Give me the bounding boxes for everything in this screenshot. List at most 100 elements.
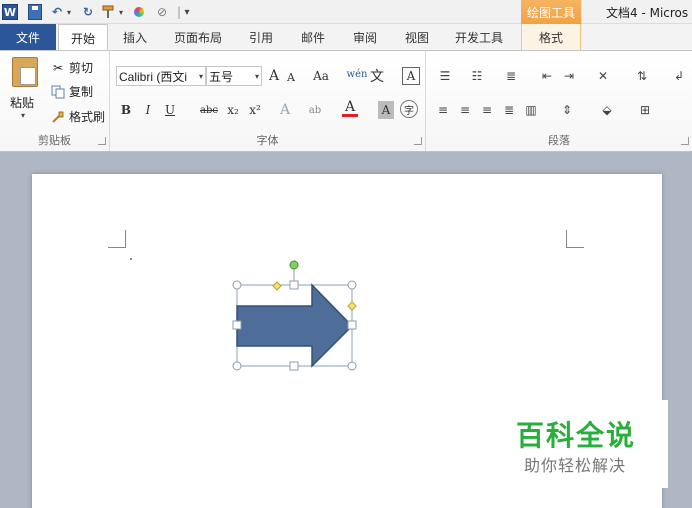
align-right-icon[interactable]: ≡ [478,101,496,119]
tab-insert[interactable]: 插入 [114,24,156,50]
line-spacing-icon[interactable]: ⇕ [556,101,578,119]
scissors-icon: ✂ [52,60,64,75]
tab-format[interactable]: 格式 [521,24,581,50]
font-name-value: Calibri (西文i [119,69,188,84]
text-effect-button[interactable]: A [276,101,294,119]
paragraph-group-label: 段落 [548,134,570,147]
brush-icon [50,109,66,125]
title-bar: W ↶ ▾ ↻ ▾ ⊘ | ▾ 绘图工具 文档4 - Micros [0,0,692,24]
resize-handle-w[interactable] [232,320,242,330]
resize-handle-nw[interactable] [232,280,242,290]
tab-view[interactable]: 视图 [396,24,438,50]
bullets-icon[interactable]: ☰ [434,67,456,85]
phonetic-guide-button[interactable]: wén [346,65,368,83]
bold-button[interactable]: B [118,101,134,119]
change-case-button[interactable]: Aa [306,67,336,85]
window-title: 文档4 - Micros [606,6,689,20]
paste-button[interactable]: 粘贴 [10,94,34,111]
customize-qa-icon[interactable]: ▾ [182,4,192,20]
qa-dropdown-icon[interactable]: ▾ [117,4,125,20]
font-name-select[interactable]: Calibri (西文i ▾ [116,66,206,86]
resize-handle-e[interactable] [347,320,357,330]
margin-corner-mark [108,230,126,248]
clipboard-group: 粘贴 ▾ ✂ 剪切 复制 格式刷 剪贴板 [0,51,110,151]
color-wheel-icon[interactable] [132,4,146,20]
tab-home[interactable]: 开始 [58,24,108,51]
tab-references[interactable]: 引用 [240,24,282,50]
phonetic-char[interactable]: 文 [368,67,386,85]
undo-icon[interactable]: ↶ [50,4,64,20]
chevron-down-icon: ▾ [254,71,259,81]
tab-review[interactable]: 审阅 [344,24,386,50]
cut-label: 剪切 [69,61,94,75]
right-arrow-shape[interactable] [228,254,368,374]
font-size-value: 五号 [209,69,234,84]
format-painter-label: 格式刷 [69,110,106,124]
watermark-subtitle: 助你轻松解决 [524,456,627,475]
resize-handle-se[interactable] [347,361,357,371]
clipboard-launcher-icon[interactable] [98,137,106,145]
strikethrough-button[interactable]: abc [198,101,220,119]
increase-indent-icon[interactable]: ⇥ [560,67,578,85]
subscript-button[interactable]: x₂ [224,101,242,119]
ribbon: 粘贴 ▾ ✂ 剪切 复制 格式刷 剪贴板 Calibri (西文i ▾ 五号 ▾… [0,50,692,152]
borders-icon[interactable]: ⊞ [632,101,658,119]
justify-icon[interactable]: ≣ [500,101,518,119]
shrink-font-button[interactable]: A [284,68,298,86]
char-border-button[interactable]: A [402,67,420,85]
resize-handle-sw[interactable] [232,361,242,371]
format-painter-button[interactable]: 格式刷 [50,108,105,125]
paste-icon[interactable] [12,57,38,87]
rotate-handle[interactable] [289,260,299,270]
font-size-select[interactable]: 五号 ▾ [206,66,262,86]
align-center-icon[interactable]: ≡ [456,101,474,119]
paste-dropdown-icon[interactable]: ▾ [21,111,25,120]
decrease-indent-icon[interactable]: ⇤ [538,67,556,85]
char-shading-button[interactable]: A [378,101,394,119]
undo-dropdown-icon[interactable]: ▾ [65,4,73,20]
chevron-down-icon: ▾ [198,71,203,81]
resize-handle-ne[interactable] [347,280,357,290]
shading-icon[interactable]: ⬙ [596,101,618,119]
highlight-button[interactable]: ab [304,101,326,119]
arrow-fill[interactable] [236,283,354,368]
italic-button[interactable]: I [140,101,156,119]
paragraph-launcher-icon[interactable] [681,137,689,145]
qa-separator: | [176,5,182,19]
underline-button[interactable]: U [162,101,178,119]
word-app-icon[interactable]: W [2,4,18,20]
font-launcher-icon[interactable] [414,137,422,145]
no-fill-icon[interactable]: ⊘ [154,4,170,20]
format-painter-qa-icon[interactable] [100,4,116,20]
cut-button[interactable]: ✂ 剪切 [50,59,93,76]
redo-icon[interactable]: ↻ [81,4,95,20]
paragraph-group: ☰ ☷ ≣ ⇤ ⇥ ✕ ⇅ ↲ ≡ ≡ ≡ ≣ ▥ ⇕ ⬙ ⊞ 段落 [426,51,692,151]
multilevel-list-icon[interactable]: ≣ [500,67,522,85]
adjust-handle[interactable] [347,301,357,311]
font-group: Calibri (西文i ▾ 五号 ▾ A A Aa wén 文 A B I U… [110,51,426,151]
ribbon-tabs: 文件 开始 插入 页面布局 引用 邮件 审阅 视图 开发工具 格式 [0,24,692,51]
numbering-icon[interactable]: ☷ [466,67,488,85]
font-color-button[interactable]: A [342,99,358,117]
watermark-title: 百科全说 [516,419,637,452]
clipboard-group-label: 剪贴板 [38,134,71,147]
copy-button[interactable]: 复制 [50,83,93,100]
adjust-handle[interactable] [272,281,282,291]
tab-developer[interactable]: 开发工具 [446,24,512,50]
tab-file[interactable]: 文件 [0,24,56,50]
resize-handle-n[interactable] [289,280,299,290]
save-icon[interactable] [28,4,42,20]
resize-handle-s[interactable] [289,361,299,371]
tab-mailings[interactable]: 邮件 [292,24,334,50]
align-left-icon[interactable]: ≡ [434,101,452,119]
distribute-icon[interactable]: ▥ [522,101,540,119]
show-marks-icon[interactable]: ↲ [670,67,688,85]
sort-icon[interactable]: ⇅ [632,67,652,85]
enclose-char-button[interactable]: 字 [400,100,418,118]
chinese-layout-icon[interactable]: ✕ [592,67,614,85]
superscript-button[interactable]: x² [246,101,264,119]
grow-font-button[interactable]: A [266,67,282,85]
font-group-label: 字体 [256,134,279,147]
paragraph-mark [130,258,132,260]
tab-page-layout[interactable]: 页面布局 [166,24,230,50]
